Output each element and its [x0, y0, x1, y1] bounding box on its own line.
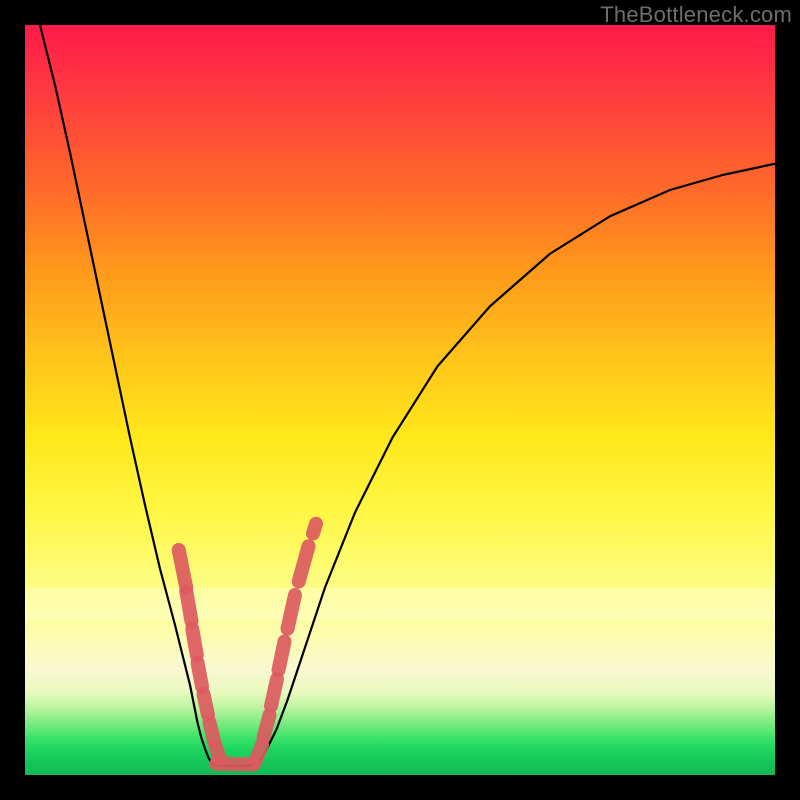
chart-frame: TheBottleneck.com [0, 0, 800, 800]
plot-background-gradient [25, 25, 775, 775]
